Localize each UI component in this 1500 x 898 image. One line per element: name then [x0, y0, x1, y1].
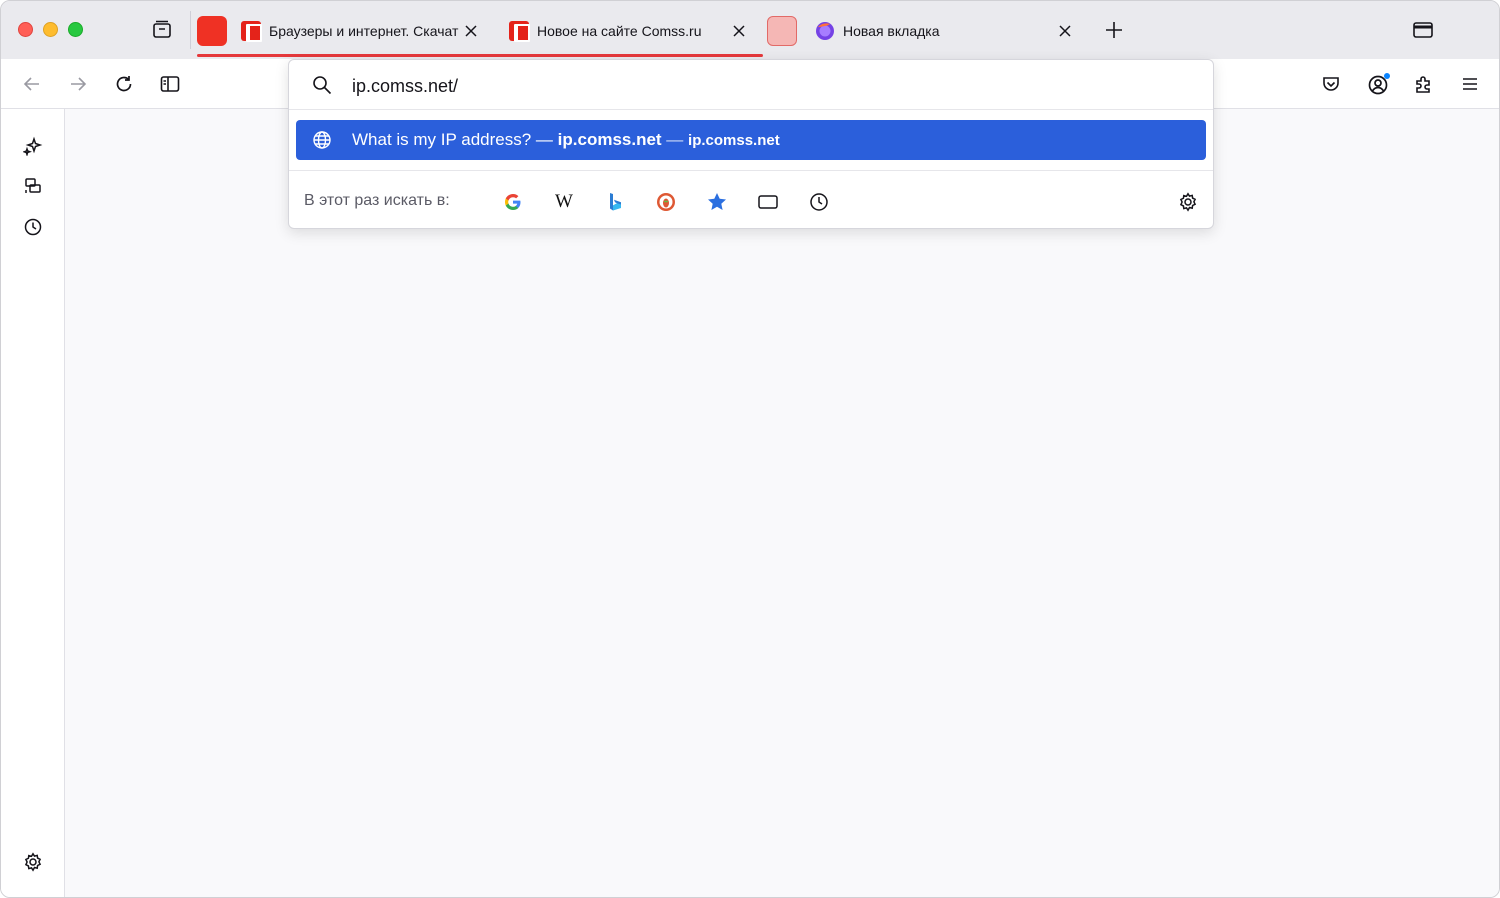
suggestion-url: ip.comss.net: [688, 132, 780, 149]
arrow-right-icon: [71, 77, 87, 91]
tab-divider: [190, 11, 191, 49]
account-icon: [1368, 73, 1390, 95]
url-input[interactable]: [352, 73, 1172, 99]
sidebar-toggle-button[interactable]: [159, 73, 181, 95]
firefox-view-icon: [153, 20, 171, 38]
tab-title: Новая вкладка: [843, 23, 940, 39]
tab-new-tab[interactable]: Новая вкладка: [815, 9, 1075, 53]
bing-icon[interactable]: [601, 188, 629, 216]
hamburger-menu-icon: [1463, 78, 1477, 90]
comss-favicon-icon: [509, 21, 530, 42]
tab-title: Браузеры и интернет. Скачать: [269, 23, 459, 39]
firefox-logo-icon: [815, 21, 835, 41]
tab-comss-news[interactable]: Новое на сайте Comss.ru: [509, 9, 749, 53]
reload-button[interactable]: [113, 73, 135, 95]
sidebar-settings-button[interactable]: [22, 851, 44, 873]
tab-close-icon[interactable]: [729, 21, 749, 41]
minimize-window-button[interactable]: [43, 22, 58, 37]
suggestion-title: What is my IP address?: [352, 130, 532, 149]
suggestion-separator: —: [531, 130, 558, 149]
tab-browsers-internet[interactable]: Браузеры и интернет. Скачать: [241, 9, 481, 53]
firefox-view-button[interactable]: [150, 18, 174, 42]
duckduckgo-icon[interactable]: [652, 188, 680, 216]
history-icon: [24, 218, 42, 236]
arrow-left-icon: [23, 77, 39, 91]
sidebar-synced-tabs-button[interactable]: [22, 175, 44, 197]
sidebar-ai-chatbot-button[interactable]: [22, 135, 44, 157]
pinned-tab-red[interactable]: [197, 16, 227, 46]
browser-window: Браузеры и интернет. Скачать Новое на са…: [0, 0, 1500, 898]
app-menu-button[interactable]: [1459, 73, 1481, 95]
search-icon: [311, 74, 333, 96]
pocket-icon: [1323, 77, 1339, 91]
sidebar: [1, 109, 65, 897]
bookmarks-icon[interactable]: [703, 188, 731, 216]
google-icon[interactable]: [499, 188, 527, 216]
gear-icon: [24, 852, 42, 872]
close-window-button[interactable]: [18, 22, 33, 37]
suggestion-text: What is my IP address? — ip.comss.net — …: [352, 130, 780, 150]
account-button[interactable]: [1367, 72, 1391, 96]
puzzle-icon: [1416, 76, 1430, 93]
pinned-tab-pink[interactable]: [767, 16, 797, 46]
urlbar-dropdown: What is my IP address? — ip.comss.net — …: [288, 59, 1214, 229]
pocket-button[interactable]: [1320, 73, 1342, 95]
reload-icon: [116, 76, 132, 92]
search-shortcuts-row: В этот раз искать в: W: [289, 170, 1213, 230]
tabs-icon[interactable]: [754, 188, 782, 216]
tab-close-icon[interactable]: [1055, 21, 1075, 41]
url-input-row: [289, 60, 1213, 110]
tab-close-icon[interactable]: [461, 21, 481, 41]
suggestion-separator: —: [661, 130, 689, 149]
list-all-tabs-button[interactable]: [1411, 18, 1435, 42]
window-icon: [1413, 22, 1433, 38]
comss-favicon-icon: [241, 21, 262, 42]
back-button[interactable]: [21, 73, 43, 95]
history-icon[interactable]: [805, 188, 833, 216]
suggestion-domain: ip.comss.net: [557, 130, 662, 149]
tab-title: Новое на сайте Comss.ru: [537, 23, 702, 39]
sidebar-icon: [160, 76, 180, 92]
tab-group-indicator: [197, 54, 763, 57]
forward-button[interactable]: [67, 73, 89, 95]
suggestion-row[interactable]: What is my IP address? — ip.comss.net — …: [296, 120, 1206, 160]
extensions-button[interactable]: [1413, 73, 1435, 95]
synced-tabs-icon: [25, 178, 41, 193]
tab-strip: Браузеры и интернет. Скачать Новое на са…: [1, 1, 1499, 59]
plus-icon: [1106, 22, 1122, 38]
search-settings-gear-icon[interactable]: [1174, 188, 1202, 216]
sidebar-history-button[interactable]: [22, 216, 44, 238]
new-tab-button[interactable]: [1103, 19, 1125, 41]
globe-icon: [312, 130, 332, 155]
wikipedia-icon[interactable]: W: [550, 188, 578, 216]
sparkle-icon: [23, 136, 43, 156]
zoom-window-button[interactable]: [68, 22, 83, 37]
search-shortcuts-label: В этот раз искать в:: [304, 192, 450, 209]
